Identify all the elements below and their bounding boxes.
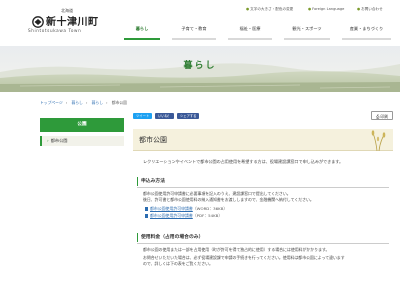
util-link-font-color[interactable]: ●文字の大きさ・配色の変更 <box>246 7 293 12</box>
town-emblem-icon <box>32 16 44 28</box>
like-button[interactable]: いいね！ <box>155 113 175 119</box>
gnav-underline <box>228 38 272 40</box>
gnav-underline <box>124 38 160 40</box>
section-divider <box>137 243 389 244</box>
util-bullet-icon: ● <box>246 7 250 11</box>
chevron-right-icon: › <box>47 138 49 143</box>
site-header: 北海道 新十津川町 Shintotsukawa Town ●文字の大きさ・配色の… <box>0 0 400 46</box>
page-title: 都市公園 <box>139 136 167 144</box>
apply-text-line-2: 後日、許可書と都市公園使用料の納入通知書をお渡ししますので、金融機関へ納付してく… <box>143 197 314 202</box>
hero-banner: 暮らし <box>0 46 400 92</box>
logo-town-roman: Shintotsukawa Town <box>28 28 82 33</box>
util-bullet-icon: ● <box>357 7 361 11</box>
document-icon <box>145 206 148 211</box>
share-toolbar: ツイート いいね！ シェアする ⎙ 印刷 <box>133 111 393 123</box>
download-item-word[interactable]: 都市公園使用許可申請書（WORD：36KB） <box>145 206 227 212</box>
breadcrumb: トップページ › 暮らし › 暮らし › 都市公園 <box>40 100 130 108</box>
download-item-pdf[interactable]: 都市公園使用許可申請書（PDF：54KB） <box>145 213 222 219</box>
grass-decoration-icon <box>371 130 386 151</box>
intro-text: レクリエーションやイベントで都市公園の占用使用を希望する方は、役場建設課窓口で申… <box>143 159 344 164</box>
gnav-underline <box>342 38 391 40</box>
breadcrumb-current: 都市公園 <box>111 100 127 105</box>
section-heading-fee: 使用料金（占用の場合のみ） <box>137 233 203 242</box>
gnav-item-living[interactable]: 暮らし <box>120 24 164 40</box>
breadcrumb-separator: › <box>65 100 68 105</box>
section-divider <box>137 187 389 188</box>
breadcrumb-link-living[interactable]: 暮らし <box>71 100 82 105</box>
sidebar-item-city-park[interactable]: › 都市公園 <box>40 136 124 146</box>
breadcrumb-separator: › <box>106 100 108 105</box>
main-content: ツイート いいね！ シェアする ⎙ 印刷 都市公園 レクリエーションやイベントで… <box>133 111 393 266</box>
util-link-foreign-language[interactable]: ●Foreign Language <box>308 7 344 11</box>
util-bullet-icon: ● <box>308 7 312 11</box>
gnav-item-industry-town[interactable]: 産業・まちづくり <box>338 24 395 40</box>
document-icon <box>145 213 148 218</box>
breadcrumb-link-top[interactable]: トップページ <box>40 100 63 105</box>
gnav-item-tourism-sports[interactable]: 観光・スポーツ <box>280 24 334 40</box>
site-logo[interactable]: 北海道 新十津川町 Shintotsukawa Town <box>14 8 104 34</box>
hero-title: 暮らし <box>183 61 217 71</box>
global-nav: 暮らし 子育て・教育 福祉・医療 観光・スポーツ 産業・まちづくり <box>120 24 395 40</box>
gnav-item-childcare-education[interactable]: 子育て・教育 <box>168 24 220 40</box>
share-button[interactable]: シェアする <box>177 113 200 119</box>
gnav-item-welfare-medical[interactable]: 福祉・医療 <box>224 24 276 40</box>
gnav-underline <box>284 38 330 40</box>
print-button[interactable]: ⎙ 印刷 <box>371 111 393 120</box>
fee-text-line-3: ので、詳しくは下の表をご覧ください。 <box>143 261 213 266</box>
fee-text-line-1: 都市公園の使用または一部を占用使用（町が許可を得て独占的に使用）する場合には使用… <box>143 247 330 252</box>
sidebar: 公園 › 都市公園 <box>40 118 124 146</box>
page-title-box: 都市公園 <box>133 129 393 151</box>
util-link-contact[interactable]: ●お問い合わせ <box>357 7 383 12</box>
tweet-button[interactable]: ツイート <box>133 113 153 119</box>
breadcrumb-separator: › <box>85 100 88 105</box>
logo-town-name: 新十津川町 <box>46 17 99 28</box>
section-heading-apply: 申込み方法 <box>137 177 165 186</box>
sidebar-title: 公園 <box>40 118 124 132</box>
gnav-underline <box>172 38 216 40</box>
breadcrumb-link-living-sub[interactable]: 暮らし <box>92 100 103 105</box>
